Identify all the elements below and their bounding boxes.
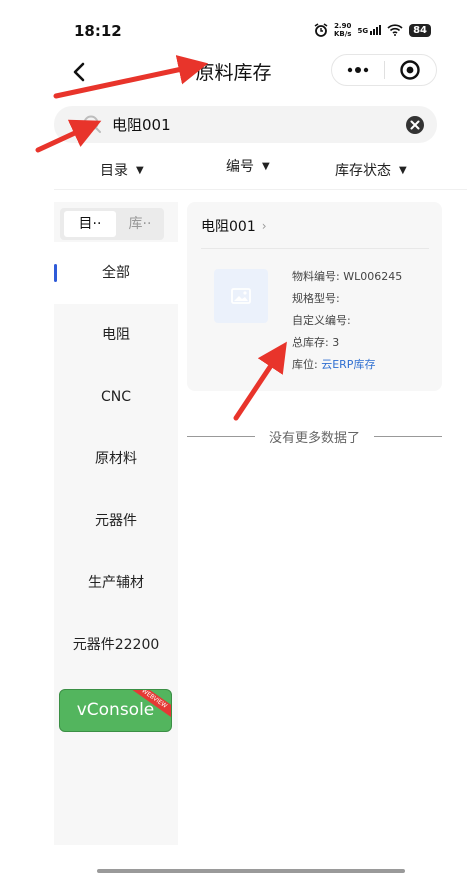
sidebar-item-components[interactable]: 元器件 <box>54 490 178 552</box>
filter-stock-status[interactable]: 库存状态 ▼ <box>335 160 407 180</box>
caret-down-icon: ▼ <box>399 164 407 176</box>
caret-down-icon: ▼ <box>262 160 270 172</box>
filter-divider <box>54 189 467 190</box>
net-speed-value: 2.90 <box>334 22 352 30</box>
category-list: 全部 电阻 CNC 原材料 元器件 生产辅材 元器件22200 <box>54 242 178 676</box>
custom-code-row: 自定义编号: <box>292 310 402 332</box>
clear-icon[interactable] <box>405 115 425 135</box>
product-thumbnail <box>214 269 268 323</box>
target-close-icon <box>400 60 420 80</box>
vconsole-label: vConsole <box>76 700 155 720</box>
custom-code-label: 自定义编号: <box>292 314 351 327</box>
filter-stock-status-label: 库存状态 <box>335 163 391 179</box>
total-stock-row: 总库存: 3 <box>292 332 402 354</box>
active-indicator <box>54 264 57 282</box>
filter-catalog-label: 目录 <box>100 163 128 179</box>
search-icon <box>83 115 101 133</box>
status-icons: 2.90 KB/s 5G 84 <box>314 22 431 38</box>
more-button[interactable] <box>332 55 384 85</box>
more-dots-icon <box>347 67 368 73</box>
sidebar-item-resistor[interactable]: 电阻 <box>54 304 178 366</box>
total-stock-value: 3 <box>332 336 340 349</box>
status-time: 18:12 <box>74 22 122 40</box>
net-speed: 2.90 KB/s <box>334 22 351 38</box>
home-indicator[interactable] <box>97 869 405 873</box>
divider-line <box>187 435 255 437</box>
sidebar-item-label: 元器件 <box>95 513 137 529</box>
filter-code-label: 编号 <box>226 159 254 175</box>
tab-catalog[interactable]: 目·· <box>64 211 116 237</box>
chevron-right-icon: › <box>261 219 267 233</box>
filter-catalog[interactable]: 目录 ▼ <box>100 160 144 180</box>
sidebar-item-components-22200[interactable]: 元器件22200 <box>54 614 178 676</box>
signal-icon: 5G <box>357 25 382 35</box>
network-type: 5G <box>357 27 369 35</box>
net-speed-unit: KB/s <box>333 30 352 38</box>
sidebar-item-label: 全部 <box>102 265 130 281</box>
sidebar-item-label: CNC <box>100 389 132 405</box>
sidebar-item-label: 生产辅材 <box>88 575 144 591</box>
product-info: 物料编号: WL006245 规格型号: 自定义编号: 总库存: 3 库位: 云… <box>292 266 402 376</box>
sidebar-item-label: 电阻 <box>102 327 130 343</box>
sidebar-item-label: 元器件22200 <box>72 637 160 653</box>
mini-program-capsule <box>331 54 437 86</box>
total-stock-label: 总库存: <box>292 336 329 349</box>
material-code-label: 物料编号: <box>292 270 340 283</box>
product-card[interactable]: 电阻001 › 物料编号: WL006245 规格型号: 自定义编号: 总库存:… <box>187 202 442 391</box>
search-input[interactable] <box>112 106 392 143</box>
alarm-icon <box>314 23 328 37</box>
sidebar-tab-switch: 目·· 库·· <box>60 208 164 240</box>
material-code-row: 物料编号: WL006245 <box>292 266 402 288</box>
sidebar-item-all[interactable]: 全部 <box>54 242 178 304</box>
battery-level: 84 <box>409 23 431 37</box>
sidebar-item-production-supplies[interactable]: 生产辅材 <box>54 552 178 614</box>
list-end-indicator: 没有更多数据了 <box>187 426 443 446</box>
spec-label: 规格型号: <box>292 292 340 305</box>
material-code-value: WL006245 <box>343 270 403 283</box>
wifi-icon <box>387 24 403 36</box>
nav-bar: 原料库存 <box>0 46 467 98</box>
status-bar: 18:12 2.90 KB/s 5G 84 <box>0 0 467 46</box>
sidebar-item-raw-material[interactable]: 原材料 <box>54 428 178 490</box>
no-more-data-text: 没有更多数据了 <box>269 430 361 446</box>
filter-bar: 目录 ▼ 编号 ▼ 库存状态 ▼ <box>54 150 467 190</box>
sidebar-item-label: 原材料 <box>95 451 137 467</box>
search-bar <box>54 106 437 143</box>
product-name: 电阻001 <box>201 219 256 235</box>
divider-line <box>374 435 443 437</box>
sidebar-item-cnc[interactable]: CNC <box>54 366 178 428</box>
close-button[interactable] <box>384 55 436 85</box>
location-label: 库位: <box>292 358 318 371</box>
caret-down-icon: ▼ <box>136 164 144 176</box>
vconsole-button[interactable]: vConsole WEBVIEW <box>59 689 172 732</box>
product-header[interactable]: 电阻001 › <box>201 216 267 236</box>
location-row: 库位: 云ERP库存 <box>292 354 402 376</box>
filter-code[interactable]: 编号 ▼ <box>226 156 270 176</box>
image-placeholder-icon <box>231 288 251 304</box>
card-divider <box>201 248 429 249</box>
category-sidebar: 目·· 库·· 全部 电阻 CNC 原材料 元器件 生产辅材 元器件22200 <box>54 202 178 845</box>
tab-warehouse[interactable]: 库·· <box>118 211 162 237</box>
location-link[interactable]: 云ERP库存 <box>321 358 375 371</box>
spec-row: 规格型号: <box>292 288 402 310</box>
